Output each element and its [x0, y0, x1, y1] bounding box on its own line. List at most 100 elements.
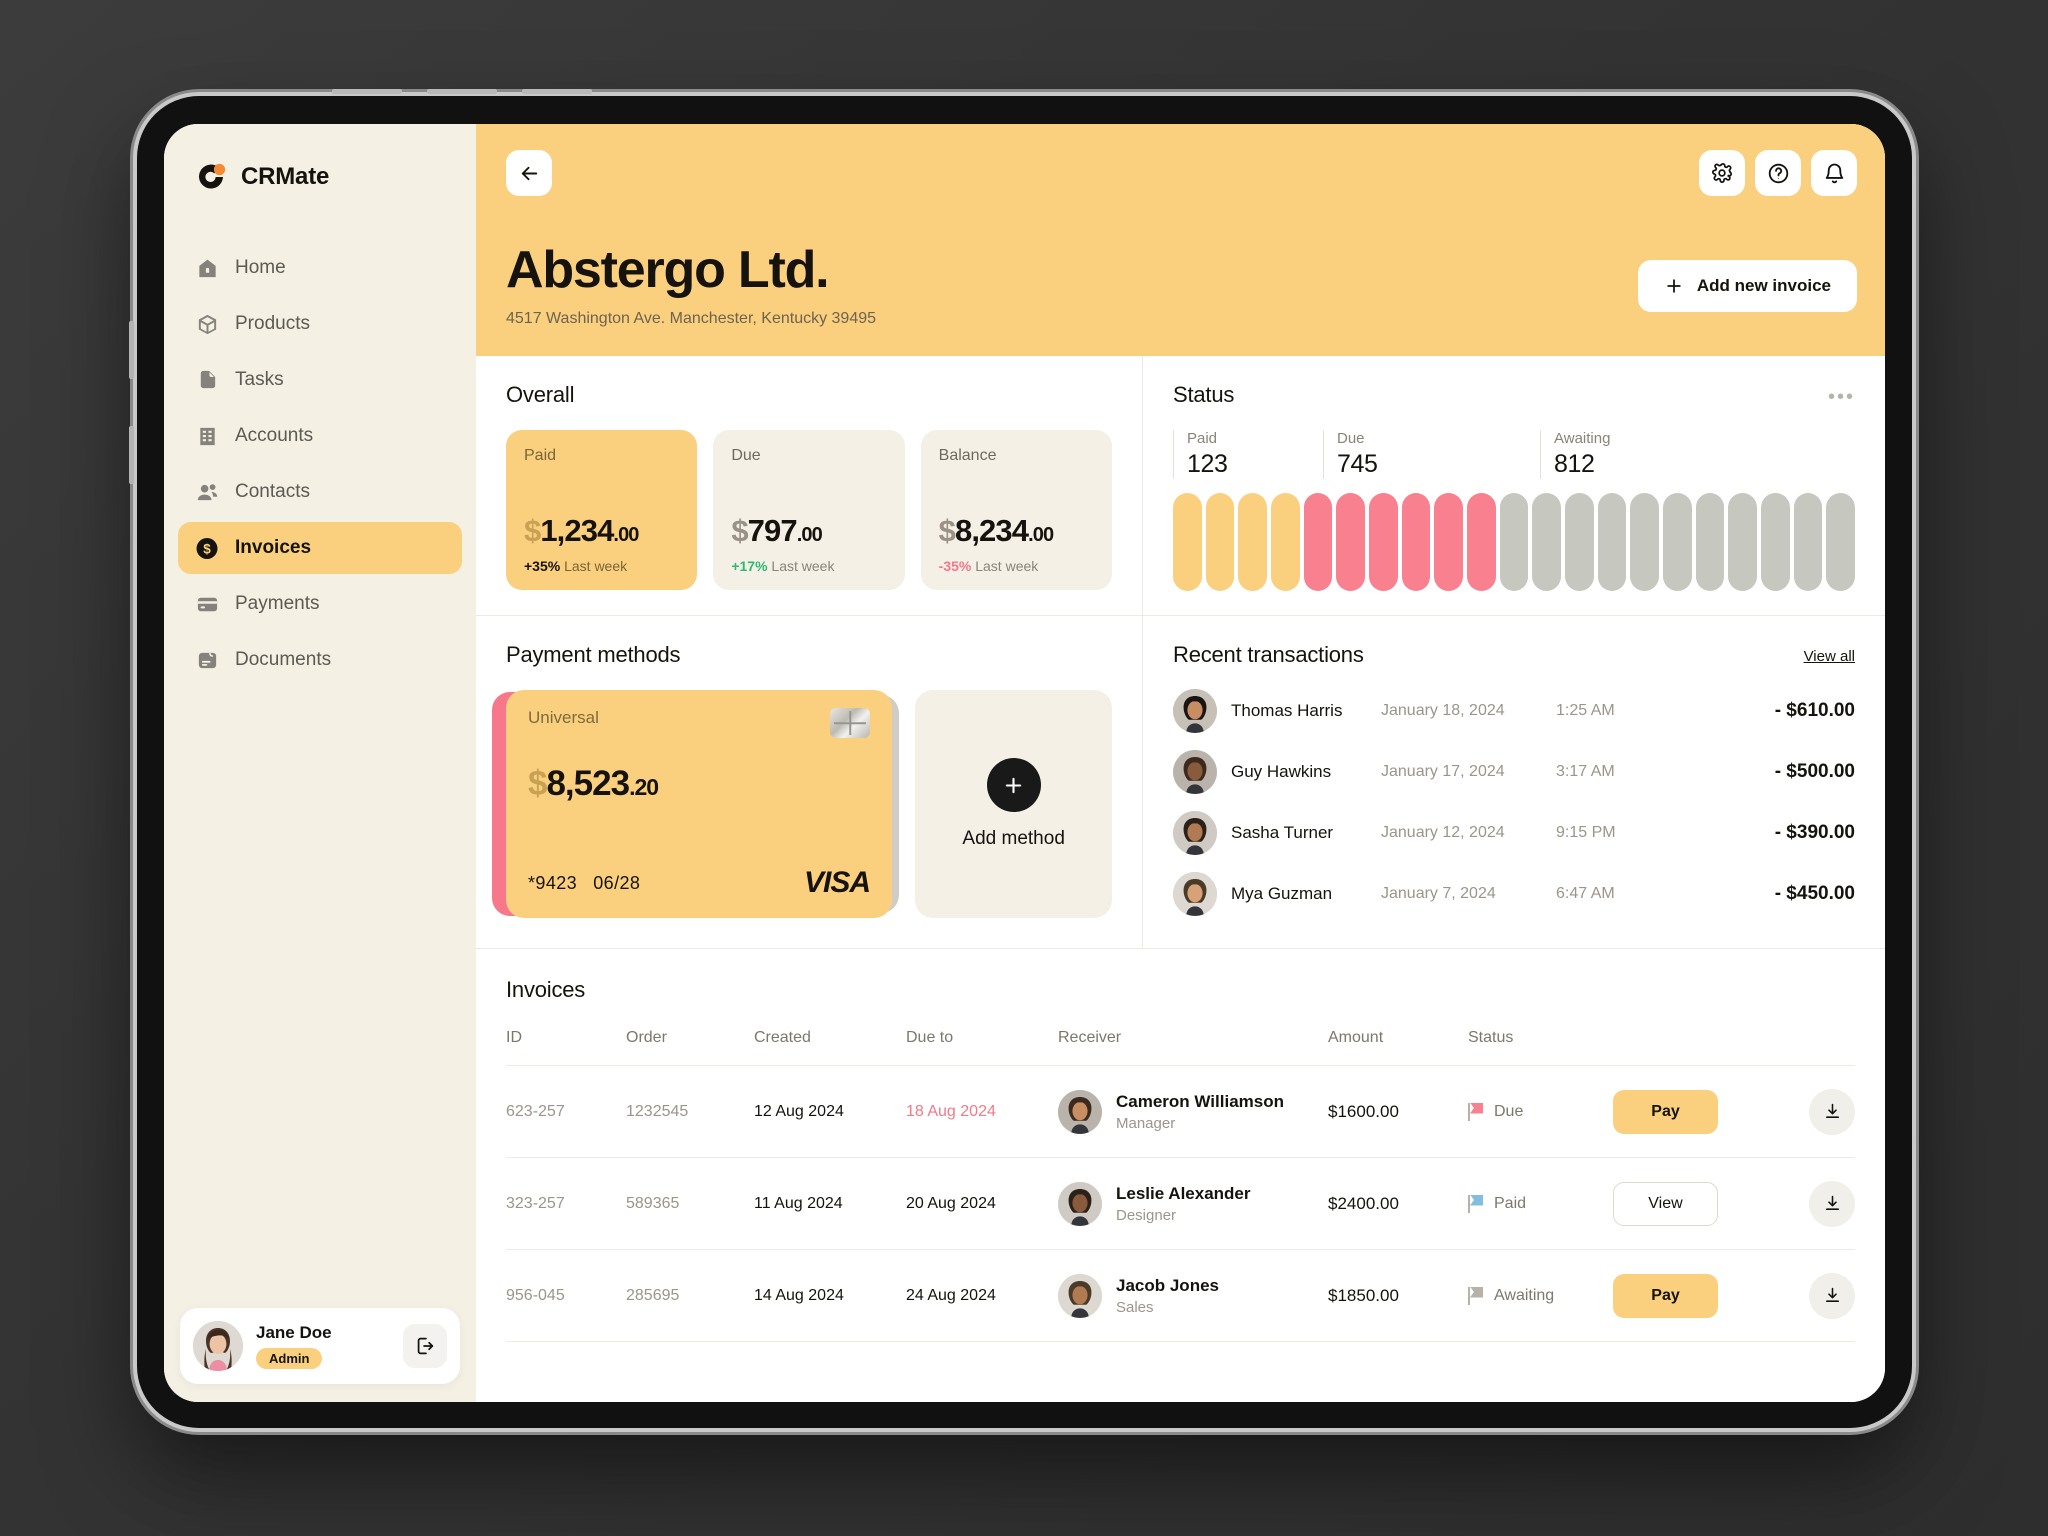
stat-delta: -35% Last week [939, 558, 1094, 574]
status-label: Awaiting [1494, 1286, 1555, 1304]
avatar [1058, 1181, 1102, 1226]
cell-action: View [1613, 1181, 1728, 1226]
sidebar-item-invoices[interactable]: $ Invoices [178, 522, 462, 574]
transaction-amount: - $500.00 [1774, 760, 1855, 782]
overall-title: Overall [506, 382, 575, 407]
brand-logo[interactable]: CRMate [164, 160, 476, 194]
table-row[interactable]: 323-257 589365 11 Aug 2024 20 Aug 2024 Lesli… [506, 1158, 1855, 1250]
question-circle-icon [1768, 163, 1788, 183]
stat-card-balance[interactable]: Balance $8,234.00 -35% Last week [920, 430, 1112, 590]
pay-button[interactable]: Pay [1613, 1273, 1718, 1318]
users-icon [195, 480, 219, 504]
sidebar-item-tasks[interactable]: Tasks [178, 354, 462, 406]
receiver-role: Designer [1116, 1206, 1177, 1224]
credit-card-stack[interactable]: Universal $8,523.20 *9423 06/28 VISA [492, 690, 900, 918]
add-new-invoice-label: Add new invoice [1696, 276, 1831, 295]
currency-symbol: $ [938, 513, 956, 548]
stat-card-due[interactable]: Due $797.00 +17% Last week [713, 430, 905, 590]
sidebar-item-contacts[interactable]: Contacts [178, 466, 462, 518]
flag-icon [1468, 1286, 1484, 1305]
status-badge: Due [1468, 1102, 1613, 1121]
home-icon [195, 256, 219, 280]
download-button[interactable] [1809, 1088, 1855, 1135]
card-label: Universal [528, 708, 599, 727]
credit-card-universal[interactable]: Universal $8,523.20 *9423 06/28 VISA [506, 690, 892, 918]
sidebar-item-documents[interactable]: Documents [178, 634, 462, 686]
status-bar-awaiting [1499, 493, 1529, 591]
legend-label: Awaiting [1554, 430, 1611, 447]
status-panel: Status ••• Paid 123 Due 745 Awaiting 812 [1143, 356, 1885, 615]
add-method-button[interactable]: Add method [915, 690, 1112, 918]
status-bar-due [1467, 493, 1496, 591]
sidebar-item-label: Payments [235, 593, 320, 614]
view-all-link[interactable]: View all [1804, 648, 1855, 665]
settings-button[interactable] [1699, 150, 1745, 196]
user-info: Jane Doe Admin [256, 1323, 332, 1369]
download-button[interactable] [1809, 1180, 1855, 1227]
status-bar-due [1303, 493, 1333, 591]
back-button[interactable] [506, 150, 552, 196]
card-expiry: 06/28 [593, 872, 641, 893]
status-bar-due [1336, 493, 1366, 591]
status-bar-awaiting [1597, 493, 1627, 591]
receiver-name: Jacob Jones [1116, 1275, 1219, 1295]
payment-methods-title: Payment methods [506, 642, 681, 667]
logout-icon [417, 1337, 434, 1355]
gear-icon [1711, 162, 1733, 184]
status-bar-paid [1205, 493, 1235, 591]
download-button[interactable] [1809, 1272, 1855, 1319]
table-row[interactable]: 956-045 285695 14 Aug 2024 24 Aug 2024 Jacob… [506, 1250, 1855, 1342]
box-icon [195, 312, 219, 336]
document-icon [195, 648, 219, 672]
device-button-top-1 [332, 89, 402, 94]
view-button[interactable]: View [1613, 1181, 1718, 1226]
sidebar-item-products[interactable]: Products [178, 298, 462, 350]
arrow-left-icon [521, 166, 537, 180]
receiver-role: Sales [1116, 1298, 1154, 1316]
table-row[interactable]: 623-257 1232545 12 Aug 2024 18 Aug 2024 Came… [506, 1066, 1855, 1158]
status-bar-awaiting [1728, 493, 1758, 591]
dollar-circle-icon: $ [195, 536, 219, 560]
cell-order: 589365 [626, 1194, 680, 1212]
stat-cents: .00 [613, 524, 639, 546]
add-new-invoice-button[interactable]: Add new invoice [1637, 260, 1857, 312]
device-button-top-3 [522, 89, 592, 94]
cell-amount: $1850.00 [1328, 1285, 1399, 1305]
transaction-row[interactable]: Thomas Harris January 18, 2024 1:25 AM - $6… [1173, 680, 1855, 741]
stat-delta-note: Last week [975, 558, 1039, 574]
stat-delta-note: Last week [564, 558, 628, 574]
more-horizontal-icon[interactable]: ••• [1828, 386, 1855, 409]
avatar [1058, 1273, 1102, 1318]
sidebar-item-accounts[interactable]: Accounts [178, 410, 462, 462]
sidebar-item-label: Documents [235, 649, 332, 670]
status-bar-due [1434, 493, 1464, 591]
help-button[interactable] [1755, 150, 1801, 196]
transaction-row[interactable]: Sasha Turner January 12, 2024 9:15 PM - $39… [1173, 802, 1855, 863]
status-bar-awaiting [1695, 493, 1725, 591]
transaction-amount: - $450.00 [1774, 882, 1855, 904]
card-amount-cents: .20 [629, 774, 659, 800]
column-header-actions [1613, 1029, 1728, 1047]
notifications-button[interactable] [1811, 150, 1857, 196]
cell-created: 11 Aug 2024 [754, 1194, 843, 1212]
card-top: Universal [528, 708, 870, 738]
user-profile-card[interactable]: Jane Doe Admin [180, 1308, 460, 1384]
download-icon [1825, 1195, 1839, 1210]
transaction-date: January 17, 2024 [1381, 762, 1505, 780]
stat-card-paid[interactable]: Paid $1,234.00 +35% Last week [506, 430, 698, 590]
logout-button[interactable] [403, 1324, 447, 1368]
sidebar-item-payments[interactable]: Payments [178, 578, 462, 630]
transaction-row[interactable]: Guy Hawkins January 17, 2024 3:17 AM - $500… [1173, 741, 1855, 802]
download-icon [1825, 1103, 1839, 1118]
invoices-table-header: ID Order Created Due to Receiver Amount … [506, 1029, 1855, 1066]
cell-order: 285695 [626, 1286, 680, 1304]
add-method-label: Add method [962, 828, 1065, 849]
transaction-name: Thomas Harris [1231, 700, 1343, 720]
sidebar-item-home[interactable]: Home [178, 242, 462, 294]
sidebar-item-label: Products [235, 313, 310, 334]
chip-icon [830, 708, 870, 738]
pay-button[interactable]: Pay [1613, 1089, 1718, 1134]
transaction-row[interactable]: Mya Guzman January 7, 2024 6:47 AM - $450.0… [1173, 863, 1855, 924]
cell-due-to: 24 Aug 2024 [906, 1286, 996, 1304]
stat-value: 1,234 [540, 513, 614, 548]
